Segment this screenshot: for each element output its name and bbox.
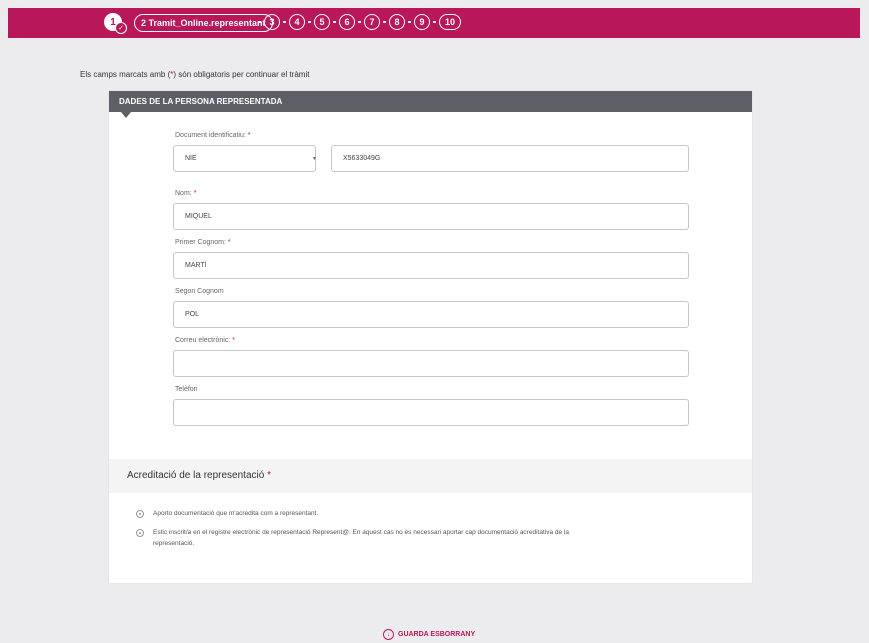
step-completed[interactable]: 1 ✓ [104, 13, 127, 34]
step-active[interactable]: 2 Tramit_Online.representant [134, 14, 273, 32]
step-4[interactable]: 4 [289, 14, 305, 30]
nom-field[interactable]: MIQUEL [173, 203, 689, 230]
download-icon: ↓ [383, 629, 394, 640]
intro-text-before: Els camps marcats amb ( [80, 70, 171, 79]
segon-cognom-label: Segon Cognom [175, 288, 224, 295]
section-header: DADES DE LA PERSONA REPRESENTADA [109, 91, 752, 118]
step-connector [258, 21, 261, 23]
radio-label-aporto: Aporto documentació que m'acredita com a… [153, 510, 319, 517]
document-label: Document identificatiu: * [175, 132, 251, 139]
section-title: DADES DE LA PERSONA REPRESENTADA [119, 97, 283, 106]
radio-aporto-documentacio[interactable] [136, 510, 144, 518]
nom-label: Nom: * [175, 190, 197, 197]
step-connector [358, 21, 361, 23]
document-number-field[interactable]: X5633049G [331, 145, 689, 172]
step-6[interactable]: 6 [339, 14, 355, 30]
telefon-label: Telèfon [175, 386, 198, 393]
step-5[interactable]: 5 [314, 14, 330, 30]
step-connector [283, 21, 286, 23]
radio-registre-represent[interactable] [136, 529, 144, 537]
step-connector [333, 21, 336, 23]
step-connector [433, 21, 436, 23]
email-field[interactable] [173, 350, 689, 377]
check-icon: ✓ [115, 22, 127, 34]
primer-cognom-field[interactable]: MARTÍ [173, 252, 689, 279]
segon-cognom-field[interactable]: POL [173, 301, 689, 328]
intro-text-after: ) són obligatoris per continuar el tràmi… [173, 70, 310, 79]
step-3[interactable]: 3 [264, 14, 280, 30]
step-connector [383, 21, 386, 23]
step-8[interactable]: 8 [389, 14, 405, 30]
radio-label-registre-cont: representació. [153, 540, 195, 547]
acreditacio-title: Acreditació de la representació * [127, 470, 271, 481]
step-connector [408, 21, 411, 23]
document-type-select[interactable]: NIE [173, 145, 316, 172]
save-draft-label: GUARDA ESBORRANY [398, 631, 476, 638]
stepper-bar: 1 ✓ 2 Tramit_Online.representant 3 4 5 6… [8, 8, 860, 38]
section-notch [121, 112, 131, 118]
step-7[interactable]: 7 [364, 14, 380, 30]
save-draft-button[interactable]: ↓ GUARDA ESBORRANY [383, 629, 475, 640]
step-connector [308, 21, 311, 23]
radio-label-registre: Estic inscrit/a en el registre electròni… [153, 529, 569, 536]
step-10[interactable]: 10 [439, 14, 461, 30]
primer-cognom-label: Primer Cognom: * [175, 239, 231, 246]
chevron-down-icon: ▾ [313, 156, 317, 162]
required-fields-note: Els camps marcats amb (*) són obligatori… [80, 70, 309, 79]
telefon-field[interactable] [173, 399, 689, 426]
step-9[interactable]: 9 [414, 14, 430, 30]
correu-label: Correu electrònic: * [175, 337, 235, 344]
